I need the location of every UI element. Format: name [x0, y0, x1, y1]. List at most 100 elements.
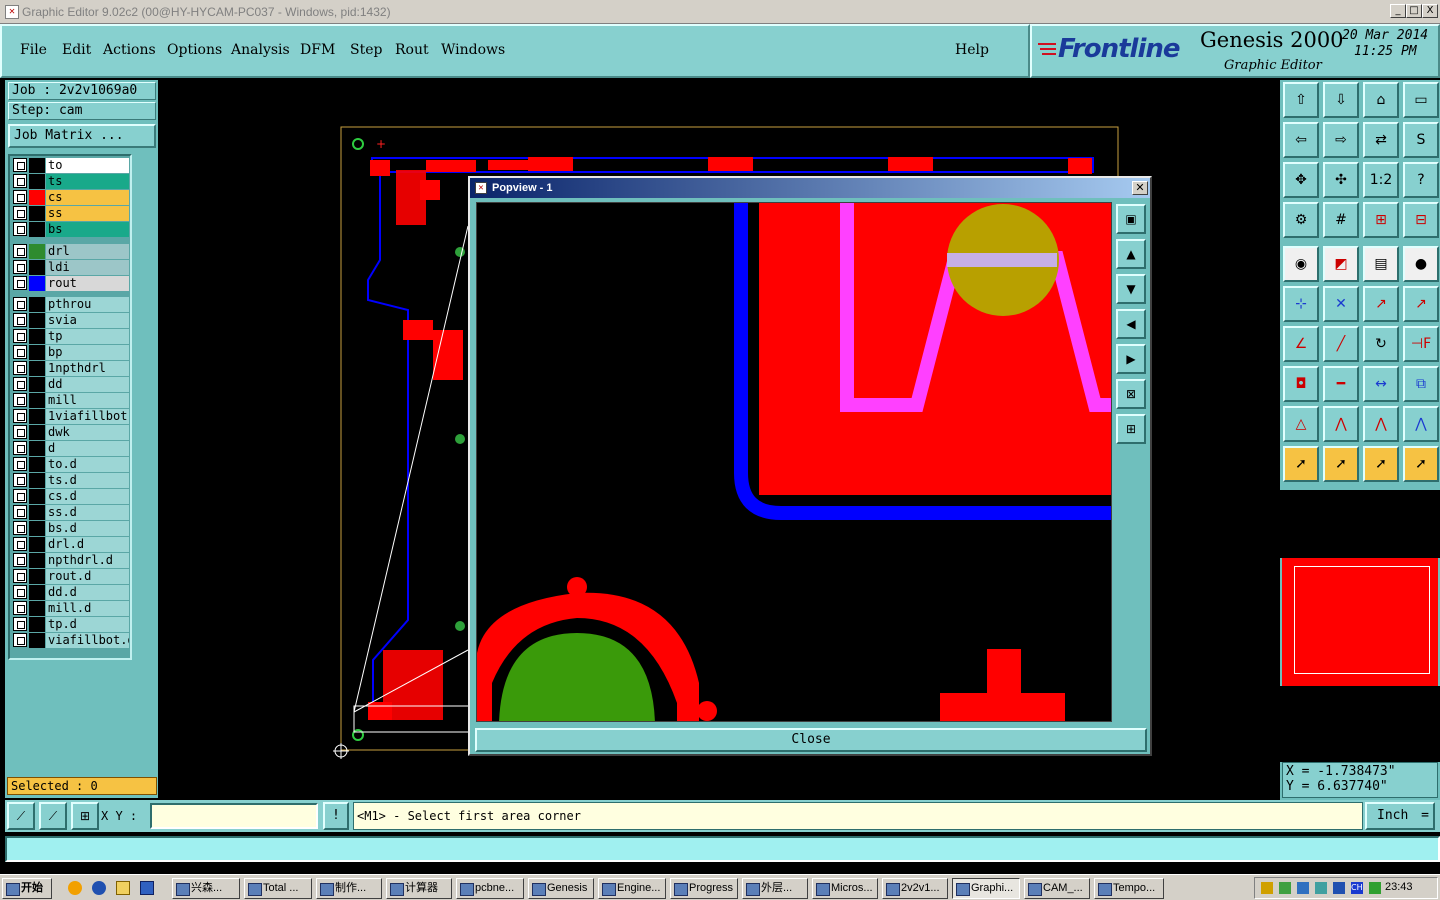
layer-checkbox[interactable]: [13, 601, 27, 615]
angle-icon[interactable]: ∠: [1283, 326, 1319, 362]
maximize-button[interactable]: □: [1406, 4, 1422, 18]
layer-color-swatch[interactable]: [29, 473, 45, 488]
layer-name[interactable]: svia: [46, 313, 129, 328]
layer-row-cs-d[interactable]: cs.d: [13, 489, 129, 504]
dash-icon[interactable]: ━: [1323, 366, 1359, 402]
layer-name[interactable]: rout.d: [46, 569, 129, 584]
layer-row-npthdrl-d[interactable]: npthdrl.d: [13, 553, 129, 568]
layer-name[interactable]: tp.d: [46, 617, 129, 632]
popview-zoom-in-icon[interactable]: ⊞: [1116, 414, 1146, 444]
layer-name[interactable]: mill: [46, 393, 129, 408]
taskbar-item[interactable]: 外层...: [742, 878, 808, 899]
taskbar-item[interactable]: Total ...: [244, 878, 312, 899]
layer-color-swatch[interactable]: [29, 313, 45, 328]
taskbar-item[interactable]: Tempo...: [1094, 878, 1164, 899]
layer-row-drl[interactable]: drl: [13, 244, 129, 259]
layer-name[interactable]: bs.d: [46, 521, 129, 536]
minimize-button[interactable]: _: [1390, 4, 1406, 18]
taskbar-item[interactable]: Graphi...: [952, 878, 1020, 899]
tray-icon-4[interactable]: [1315, 882, 1327, 894]
zoom-home-icon[interactable]: ⇧: [1283, 82, 1319, 118]
layer-row-to-d[interactable]: to.d: [13, 457, 129, 472]
taskbar-item[interactable]: 兴森...: [172, 878, 240, 899]
layer-color-swatch[interactable]: [29, 393, 45, 408]
pointer-icon[interactable]: ➚: [1283, 446, 1319, 482]
menu-file[interactable]: File: [20, 42, 47, 58]
layer-row-mill[interactable]: mill: [13, 393, 129, 408]
pointer-route-icon[interactable]: ➚: [1403, 446, 1439, 482]
close-window-button[interactable]: X: [1422, 4, 1438, 18]
layer-name[interactable]: bp: [46, 345, 129, 360]
layer-name[interactable]: ts: [46, 174, 129, 189]
menu-analysis[interactable]: Analysis: [231, 42, 290, 58]
home-view-icon[interactable]: ⌂: [1363, 82, 1399, 118]
measure-tool-icon[interactable]: ⚙: [1283, 202, 1319, 238]
pointer-circle-icon[interactable]: ➚: [1363, 446, 1399, 482]
layer-color-swatch[interactable]: [29, 505, 45, 520]
clock-app-icon[interactable]: [68, 881, 82, 895]
layer-row-cs[interactable]: cs: [13, 190, 129, 205]
layer-name[interactable]: bs: [46, 222, 129, 237]
rotate-icon[interactable]: ↻: [1363, 326, 1399, 362]
layer-color-swatch[interactable]: [29, 633, 45, 648]
layer-name[interactable]: 1viafillbot: [46, 409, 129, 424]
popview-pan-left-icon[interactable]: ◀: [1116, 309, 1146, 339]
layer-checkbox[interactable]: [13, 276, 27, 290]
layer-checkbox[interactable]: [13, 260, 27, 274]
layer-row-rout[interactable]: rout: [13, 276, 129, 291]
layer-name[interactable]: viafillbot.d: [46, 633, 129, 648]
layer-checkbox[interactable]: [13, 361, 27, 375]
layer-row-dd-d[interactable]: dd.d: [13, 585, 129, 600]
layer-checkbox[interactable]: [13, 329, 27, 343]
layer-checkbox[interactable]: [13, 585, 27, 599]
layer-row-d[interactable]: d: [13, 441, 129, 456]
layer-row-rout-d[interactable]: rout.d: [13, 569, 129, 584]
snap-grid-icon[interactable]: ⊞: [71, 802, 99, 830]
layer-checkbox[interactable]: [13, 377, 27, 391]
layer-color-swatch[interactable]: [29, 489, 45, 504]
layer-row-1npthdrl[interactable]: 1npthdrl: [13, 361, 129, 376]
menu-help[interactable]: Help: [955, 42, 989, 58]
taskbar-item[interactable]: Progress: [670, 878, 738, 899]
layer-color-swatch[interactable]: [29, 276, 45, 291]
layer-row-drl-d[interactable]: drl.d: [13, 537, 129, 552]
layer-name[interactable]: cs.d: [46, 489, 129, 504]
layer-color-swatch[interactable]: [29, 206, 45, 221]
layer-color-swatch[interactable]: [29, 617, 45, 632]
dot-icon[interactable]: ●: [1403, 246, 1439, 282]
layer-row-tp-d[interactable]: tp.d: [13, 617, 129, 632]
layer-name[interactable]: d: [46, 441, 129, 456]
units-selector[interactable]: Inch =: [1365, 802, 1435, 830]
popview-pan-up-icon[interactable]: ▲: [1116, 239, 1146, 269]
layer-name[interactable]: npthdrl.d: [46, 553, 129, 568]
menu-options[interactable]: Options: [167, 42, 222, 58]
layer-row-svia[interactable]: svia: [13, 313, 129, 328]
xy-input[interactable]: [150, 803, 318, 829]
tray-icon-2[interactable]: [1279, 882, 1291, 894]
layer-checkbox[interactable]: [13, 409, 27, 423]
layer-checkbox[interactable]: [13, 345, 27, 359]
browser-icon[interactable]: [92, 881, 106, 895]
layer-checkbox[interactable]: [13, 174, 27, 188]
layer-row-to[interactable]: to: [13, 158, 129, 173]
menu-dfm[interactable]: DFM: [300, 42, 335, 58]
select-pad-icon[interactable]: ◉: [1283, 246, 1319, 282]
language-icon[interactable]: CH: [1351, 882, 1363, 894]
tray-icon-1[interactable]: [1261, 882, 1273, 894]
layer-checkbox[interactable]: [13, 505, 27, 519]
layer-checkbox[interactable]: [13, 633, 27, 647]
layer-name[interactable]: drl: [46, 244, 129, 259]
layer-color-swatch[interactable]: [29, 537, 45, 552]
move-point-icon[interactable]: ↗: [1363, 286, 1399, 322]
layer-name[interactable]: dd.d: [46, 585, 129, 600]
pan-left-icon[interactable]: ⇦: [1283, 122, 1319, 158]
layer-color-swatch[interactable]: [29, 377, 45, 392]
layer-checkbox[interactable]: [13, 569, 27, 583]
layer-checkbox[interactable]: [13, 244, 27, 258]
snap-alt-icon[interactable]: ⊟: [1403, 202, 1439, 238]
layer-checkbox[interactable]: [13, 393, 27, 407]
menu-edit[interactable]: Edit: [62, 42, 91, 58]
menu-windows[interactable]: Windows: [441, 42, 505, 58]
ruler-icon[interactable]: ▤: [1363, 246, 1399, 282]
layer-color-swatch[interactable]: [29, 244, 45, 259]
